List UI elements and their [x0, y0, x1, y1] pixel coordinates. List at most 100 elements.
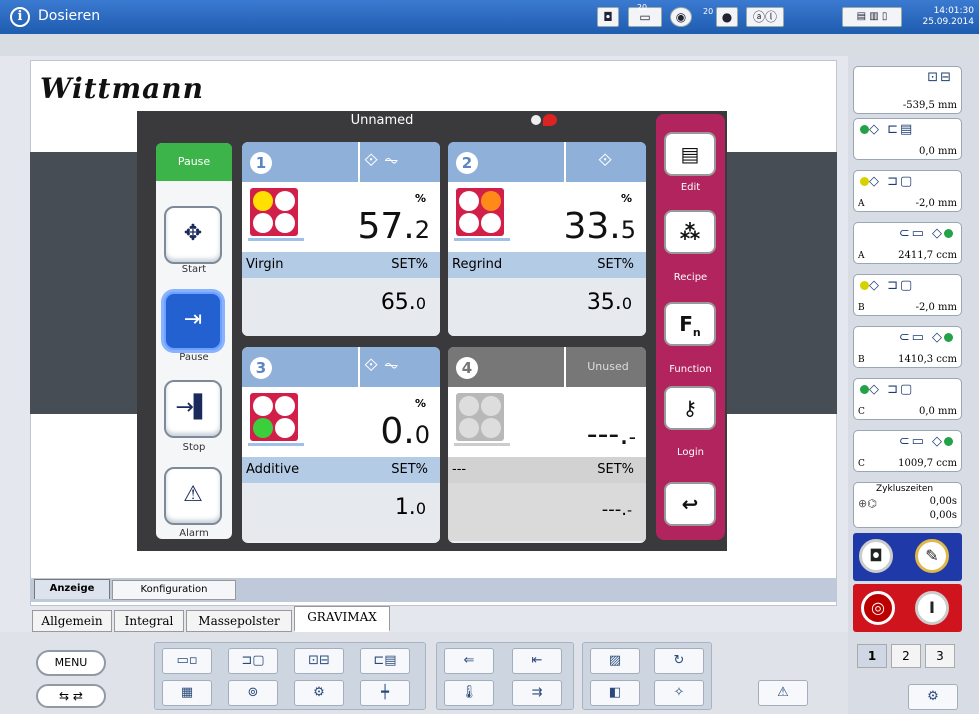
status-icons[interactable]: ▤ ▥ ▯: [842, 7, 902, 27]
info-icon[interactable]: i: [10, 7, 30, 27]
tab-anzeige[interactable]: Anzeige: [34, 579, 110, 599]
robot-icon[interactable]: ⊚: [228, 680, 278, 706]
wittmann-logo: Wittmann: [40, 72, 204, 105]
holding-pressure-icon[interactable]: ⇤: [512, 648, 562, 674]
temperature-icon[interactable]: 🌡: [444, 680, 494, 706]
navigate-button[interactable]: ⇆ ⇄: [36, 684, 106, 708]
unit-b-icon: ◇ ⊐▢: [860, 278, 914, 293]
light: [275, 396, 295, 416]
core-icon[interactable]: ⊏▤: [360, 648, 410, 674]
mold-status-icon: ◇ ⊏▤: [860, 122, 914, 137]
traffic-light-icon: [250, 188, 298, 236]
quality-control-icon[interactable]: ◧: [590, 680, 640, 706]
dosing-icon: ⟐: [598, 150, 613, 171]
plasticizing-icon[interactable]: ⇉: [512, 680, 562, 706]
alarm-toolbar-icon[interactable]: ⚠: [758, 680, 808, 706]
component-card-3[interactable]: 3 ⟐ ⏦ % 0.0 Additive SET% 1.0: [242, 347, 440, 543]
status-dot-icon: [531, 115, 541, 125]
cycle-times-label: Zykluszeiten: [876, 484, 934, 494]
machine-control-panel: ◎ I: [853, 584, 962, 632]
volume-a-icon: ⊂▭ ◇: [899, 226, 953, 241]
conveyor-icon[interactable]: ⚙: [294, 680, 344, 706]
cycle-icon[interactable]: ↻: [654, 648, 704, 674]
status-ejector[interactable]: ⊡⊟ -539,5 mm: [853, 66, 962, 114]
edit-button[interactable]: ▤: [664, 132, 716, 176]
set-value[interactable]: 35.0: [587, 290, 632, 315]
ejector-icon[interactable]: ⊡⊟: [294, 648, 344, 674]
injection-icon[interactable]: ⇐: [444, 648, 494, 674]
nozzle-icon[interactable]: ⊐▢: [228, 648, 278, 674]
key-icon: ⚷: [682, 396, 698, 420]
page-1[interactable]: 1: [857, 644, 887, 668]
printer-badge: 20: [636, 3, 648, 12]
stop-label: Stop: [182, 442, 206, 453]
back-button[interactable]: ↩: [664, 482, 716, 526]
set-value[interactable]: 1.0: [395, 495, 426, 520]
status-unit-a-volume[interactable]: ⊂▭ ◇ A 2411,7 ccm: [853, 222, 962, 264]
cycle-times[interactable]: Zykluszeiten ⊕⌬ 0,00s 0,00s: [853, 482, 962, 528]
material-name: Additive: [246, 462, 300, 477]
dosing-icons: ⟐ ⏦: [364, 355, 399, 376]
stop-button[interactable]: →▌: [164, 380, 222, 438]
graph-icon[interactable]: ▨: [590, 648, 640, 674]
recipe-label: Recipe: [673, 272, 708, 283]
start-label: Start: [181, 264, 207, 275]
status-unit-a-stroke[interactable]: ◇ ⊐▢ A -2,0 mm: [853, 170, 962, 212]
light: [481, 213, 501, 233]
status-unit-b-volume[interactable]: ⊂▭ ◇ B 1410,3 ccm: [853, 326, 962, 368]
heating-icon[interactable]: ▦: [162, 680, 212, 706]
tab-gravimax[interactable]: GRAVIMAX: [294, 606, 390, 632]
globe-icon[interactable]: ◉: [670, 7, 692, 27]
stop-icon: →▌: [175, 395, 211, 420]
user-icon[interactable]: ●: [716, 7, 738, 27]
status-unit-c-volume[interactable]: ⊂▭ ◇ C 1009,7 ccm: [853, 430, 962, 472]
unused-label: Unused: [587, 360, 629, 373]
status-unit-b-stroke[interactable]: ◇ ⊐▢ B -2,0 mm: [853, 274, 962, 316]
operation-mode-icon[interactable]: ⓐⓛ: [746, 7, 784, 27]
recipe-icon: ⁂: [679, 220, 701, 244]
login-button[interactable]: ⚷: [664, 386, 716, 430]
light: [253, 418, 273, 438]
login-label: Login: [677, 447, 704, 458]
pause-button[interactable]: ⇥: [164, 292, 222, 350]
machine-off-button[interactable]: ◎: [861, 591, 895, 625]
status-badge: Pause: [156, 143, 232, 181]
component-card-1[interactable]: 1 ⟐ ⏦ % 57.2 Virgin SET% 65.0: [242, 142, 440, 336]
title-bar: i Dosieren ◘ ▭ ◉ 20 ● ⓐⓛ 20 ▤ ▥ ▯ 14:01:…: [0, 0, 979, 34]
page-3[interactable]: 3: [925, 644, 955, 668]
component-card-4[interactable]: 4 Unused ---.- --- SET% ---.-: [448, 347, 646, 543]
menu-button[interactable]: MENU: [36, 650, 106, 676]
light: [459, 213, 479, 233]
tab-konfiguration[interactable]: Konfiguration: [112, 580, 236, 600]
tab-massepolster[interactable]: Massepolster: [186, 610, 292, 632]
start-icon: ✥: [183, 221, 203, 246]
robot-teach-button[interactable]: ✎: [915, 539, 949, 573]
set-value[interactable]: ---.-: [602, 499, 632, 520]
tab-allgemein[interactable]: Allgemein: [32, 610, 112, 632]
light: [253, 396, 273, 416]
robot-home-button[interactable]: ◘: [859, 539, 893, 573]
start-button[interactable]: ✥: [164, 206, 222, 264]
alarm-button[interactable]: ⚠: [164, 467, 222, 525]
status-mold[interactable]: ◇ ⊏▤ 0,0 mm: [853, 118, 962, 160]
component-card-2[interactable]: 2 ⟐ % 33.5 Regrind SET% 35.0: [448, 142, 646, 336]
dosing-icons: ⟐ ⏦: [364, 150, 399, 171]
volume-c-icon: ⊂▭ ◇: [899, 434, 953, 449]
valve-icon[interactable]: ┿: [360, 680, 410, 706]
mold-icon[interactable]: ▭▫: [162, 648, 212, 674]
light: [275, 213, 295, 233]
recipe-button[interactable]: ⁂: [664, 210, 716, 254]
set-value[interactable]: 65.0: [381, 290, 426, 315]
status-unit-c-stroke[interactable]: ◇ ⊐▢ C 0,0 mm: [853, 378, 962, 420]
function-label: Function: [669, 364, 712, 375]
function-button[interactable]: Fn: [664, 302, 716, 346]
mold-position-icon: ⊡⊟: [927, 70, 953, 85]
light: [253, 191, 273, 211]
machine-on-button[interactable]: I: [915, 591, 949, 625]
tool-icon[interactable]: ⚙: [908, 684, 958, 710]
page-2[interactable]: 2: [891, 644, 921, 668]
tab-integral[interactable]: Integral: [114, 610, 184, 632]
camera-icon[interactable]: ◘: [597, 7, 619, 27]
light: [481, 191, 501, 211]
settings-icon[interactable]: ✧: [654, 680, 704, 706]
